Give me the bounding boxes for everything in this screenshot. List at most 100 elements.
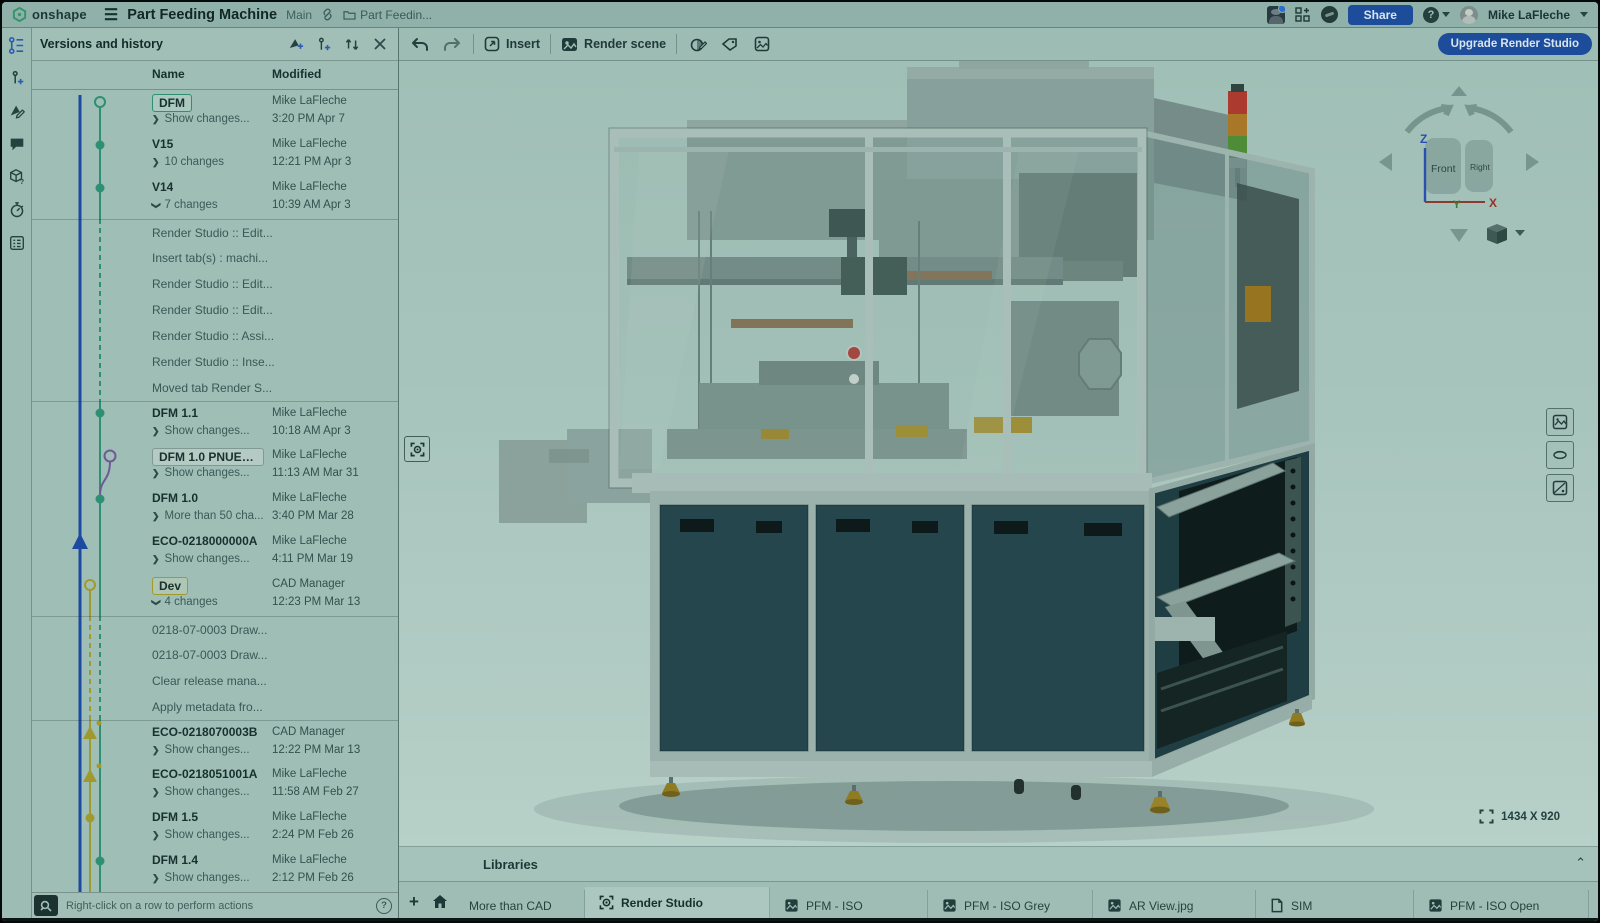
render-resolution[interactable]: 1434 X 920 bbox=[1479, 809, 1560, 824]
expand-chevron-icon[interactable]: ❯ bbox=[152, 554, 160, 565]
tab-render-studio[interactable]: Render Studio bbox=[585, 887, 770, 921]
tab-pfm-iso-grey[interactable]: PFM - ISO Grey bbox=[928, 890, 1093, 921]
version-row[interactable]: ECO-0218051001A❯Show changes...Mike LaFl… bbox=[32, 763, 398, 806]
version-changes[interactable]: ❯Show changes... bbox=[152, 829, 250, 841]
version-row[interactable]: V14❯7 changesMike LaFleche10:39 AM Apr 3 bbox=[32, 176, 398, 219]
properties-icon[interactable] bbox=[7, 233, 27, 253]
tab-pfm-iso[interactable]: PFM - ISO bbox=[770, 890, 928, 921]
user-avatar[interactable] bbox=[1460, 6, 1478, 24]
share-button[interactable]: Share bbox=[1348, 5, 1413, 25]
home-tab-button[interactable] bbox=[427, 894, 453, 909]
version-row[interactable]: DFM 1.5❯Show changes...Mike LaFleche2:24… bbox=[32, 806, 398, 849]
version-row[interactable]: DFM 1.4❯Show changes...Mike LaFleche2:12… bbox=[32, 849, 398, 892]
export-image-button[interactable] bbox=[751, 34, 773, 54]
redo-button[interactable] bbox=[441, 34, 463, 54]
backplate-button[interactable] bbox=[1546, 474, 1574, 502]
apply-material-button[interactable] bbox=[719, 34, 741, 54]
compare-button[interactable] bbox=[342, 35, 362, 53]
parts-help-icon[interactable]: ? bbox=[7, 167, 27, 187]
change-row[interactable]: Insert tab(s) : machi... bbox=[32, 245, 398, 271]
collaborator-avatar[interactable] bbox=[1267, 6, 1285, 24]
search-versions-button[interactable] bbox=[34, 895, 58, 916]
onshape-logo[interactable]: onshape bbox=[12, 7, 87, 22]
version-changes[interactable]: ❯More than 50 cha... bbox=[152, 510, 264, 522]
collapse-chevron-icon[interactable]: ❯ bbox=[150, 598, 161, 606]
expand-chevron-icon[interactable]: ❯ bbox=[152, 830, 160, 841]
expand-chevron-icon[interactable]: ❯ bbox=[152, 745, 160, 756]
close-panel-button[interactable] bbox=[370, 35, 390, 53]
footer-help-icon[interactable]: ? bbox=[376, 898, 392, 914]
history-timer-icon[interactable] bbox=[7, 200, 27, 220]
version-changes[interactable]: ❯Show changes... bbox=[152, 553, 250, 565]
help-menu[interactable]: ? bbox=[1423, 7, 1450, 23]
render-viewport[interactable]: Z X Y Front Right bbox=[399, 61, 1600, 847]
collapse-chevron-icon[interactable]: ❯ bbox=[150, 201, 161, 209]
expand-chevron-icon[interactable]: ❯ bbox=[152, 157, 160, 168]
version-changes[interactable]: ❯Show changes... bbox=[152, 744, 250, 756]
appearance-icon[interactable] bbox=[7, 101, 27, 121]
version-changes[interactable]: ❯Show changes... bbox=[152, 113, 250, 125]
change-row[interactable]: 0218-07-0003 Draw... bbox=[32, 642, 398, 668]
version-changes[interactable]: ❯Show changes... bbox=[152, 786, 250, 798]
tab-more-than-cad[interactable]: More than CAD bbox=[455, 890, 585, 921]
main-content: Insert Render scene Upgrade Render Studi… bbox=[399, 28, 1600, 918]
main-menu-icon[interactable]: ☰ bbox=[104, 5, 118, 25]
version-changes[interactable]: ❯Show changes... bbox=[152, 425, 250, 437]
version-row[interactable]: DFM❯Show changes...Mike LaFleche3:20 PM … bbox=[32, 90, 398, 133]
change-row[interactable]: Render Studio :: Edit... bbox=[32, 219, 398, 245]
add-tab-button[interactable]: + bbox=[403, 892, 425, 912]
collapse-libraries-icon[interactable]: ⌃ bbox=[1575, 855, 1586, 871]
undo-button[interactable] bbox=[409, 34, 431, 54]
comments-icon[interactable] bbox=[7, 134, 27, 154]
expand-chevron-icon[interactable]: ❯ bbox=[152, 511, 160, 522]
change-row[interactable]: Apply metadata fro... bbox=[32, 694, 398, 720]
libraries-bar[interactable]: Libraries ⌃ bbox=[399, 847, 1600, 882]
version-changes[interactable]: ❯4 changes bbox=[152, 596, 218, 608]
version-row[interactable]: DFM 1.0 PNUEMAT...❯Show changes...Mike L… bbox=[32, 444, 398, 487]
change-row[interactable]: 0218-07-0003 Draw... bbox=[32, 616, 398, 642]
change-row[interactable]: Render Studio :: Assi... bbox=[32, 323, 398, 349]
breadcrumb[interactable]: Part Feedin... bbox=[343, 8, 432, 22]
expand-chevron-icon[interactable]: ❯ bbox=[152, 426, 160, 437]
tab-sim[interactable]: SIM bbox=[1256, 890, 1414, 921]
render-gallery-button[interactable] bbox=[1546, 408, 1574, 436]
version-row[interactable]: DFM 1.1❯Show changes...Mike LaFleche10:1… bbox=[32, 401, 398, 444]
version-row[interactable]: Dev❯4 changesCAD Manager12:23 PM Mar 13 bbox=[32, 573, 398, 616]
version-changes[interactable]: ❯7 changes bbox=[152, 199, 218, 211]
environment-button[interactable] bbox=[1546, 441, 1574, 469]
change-row[interactable]: Moved tab Render S... bbox=[32, 375, 398, 401]
version-row[interactable]: ECO-0218070003B❯Show changes...CAD Manag… bbox=[32, 720, 398, 763]
create-version-icon[interactable] bbox=[7, 68, 27, 88]
version-changes[interactable]: ❯Show changes... bbox=[152, 467, 250, 479]
insert-button[interactable]: Insert bbox=[484, 36, 540, 52]
tab-ar-view-jpg[interactable]: AR View.jpg bbox=[1093, 890, 1256, 921]
version-row[interactable]: ECO-0218000000A❯Show changes...Mike LaFl… bbox=[32, 530, 398, 573]
expand-chevron-icon[interactable]: ❯ bbox=[152, 114, 160, 125]
create-branch-button[interactable] bbox=[314, 35, 334, 53]
expand-chevron-icon[interactable]: ❯ bbox=[152, 468, 160, 479]
versions-history-icon[interactable] bbox=[7, 35, 27, 55]
create-version-button[interactable] bbox=[286, 35, 306, 53]
version-changes[interactable]: ❯Show changes... bbox=[152, 872, 250, 884]
change-row[interactable]: Render Studio :: Inse... bbox=[32, 349, 398, 375]
view-cube[interactable]: Z X Y Front Right bbox=[1374, 81, 1544, 251]
version-row[interactable]: V15❯10 changesMike LaFleche12:21 PM Apr … bbox=[32, 133, 398, 176]
change-row[interactable]: Clear release mana... bbox=[32, 668, 398, 694]
tab-pfm-iso-open[interactable]: PFM - ISO Open bbox=[1414, 890, 1589, 921]
render-region-button[interactable] bbox=[404, 436, 430, 462]
edit-appearance-button[interactable] bbox=[687, 34, 709, 54]
expand-chevron-icon[interactable]: ❯ bbox=[152, 873, 160, 884]
user-menu-chevron-icon[interactable] bbox=[1580, 12, 1588, 17]
aspect-ratio-icon bbox=[1479, 809, 1494, 824]
change-row[interactable]: Render Studio :: Edit... bbox=[32, 271, 398, 297]
workspace-label[interactable]: Main bbox=[286, 8, 312, 22]
link-icon[interactable] bbox=[321, 8, 334, 21]
version-changes[interactable]: ❯10 changes bbox=[152, 156, 224, 168]
change-row[interactable]: Render Studio :: Edit... bbox=[32, 297, 398, 323]
render-scene-button[interactable]: Render scene bbox=[561, 37, 666, 52]
app-store-icon[interactable] bbox=[1295, 7, 1311, 23]
upgrade-render-studio-button[interactable]: Upgrade Render Studio bbox=[1438, 33, 1592, 55]
learning-center-icon[interactable] bbox=[1321, 6, 1338, 23]
expand-chevron-icon[interactable]: ❯ bbox=[152, 787, 160, 798]
version-row[interactable]: DFM 1.0❯More than 50 cha...Mike LaFleche… bbox=[32, 487, 398, 530]
